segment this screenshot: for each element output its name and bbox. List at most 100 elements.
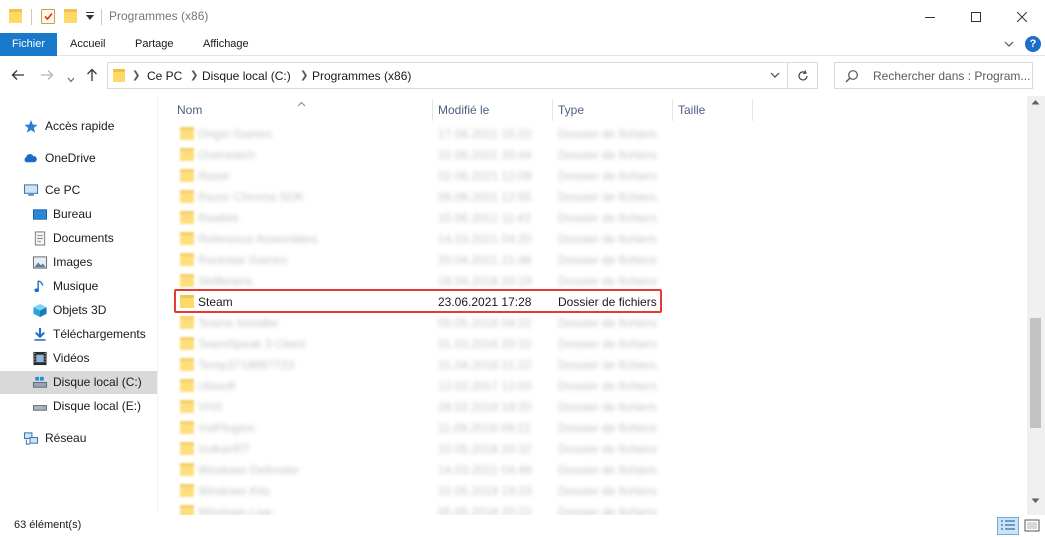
column-header-modified[interactable]: Modifié le bbox=[432, 96, 552, 123]
sidebar-item-label: Vidéos bbox=[53, 351, 90, 365]
sidebar-item-bureau[interactable]: Bureau bbox=[0, 203, 157, 226]
search-placeholder: Rechercher dans : Program... bbox=[873, 69, 1031, 83]
tab-fichier[interactable]: Fichier bbox=[0, 33, 57, 56]
folder-icon bbox=[180, 463, 194, 476]
sidebar-item-disque-c[interactable]: Disque local (C:) bbox=[0, 371, 157, 394]
sidebar-item-telechargements[interactable]: Téléchargements bbox=[0, 323, 157, 346]
details-view-button[interactable] bbox=[997, 517, 1019, 535]
sidebar-item-disque-e[interactable]: Disque local (E:) bbox=[0, 395, 157, 418]
file-row[interactable]: Skillbrains 18.04.2018 20:19 Dossier de fi… bbox=[160, 270, 1026, 291]
cloud-icon bbox=[24, 154, 37, 163]
breadcrumb-separator-icon[interactable]: ❯ bbox=[190, 70, 198, 81]
file-modified: 22.05.2019 19:23 bbox=[438, 484, 532, 498]
file-list: Origin Games 17.06.2021 15:22 Dossier de f… bbox=[160, 123, 1026, 515]
new-folder-icon[interactable] bbox=[64, 9, 77, 23]
folder-icon bbox=[9, 9, 22, 23]
file-type: Dossier de fichiers bbox=[558, 421, 657, 435]
column-header-size[interactable]: Taille bbox=[672, 96, 752, 123]
file-row[interactable]: VulkanRT 10.05.2018 20:32 Dossier de fichi… bbox=[160, 438, 1026, 459]
pane-divider[interactable] bbox=[157, 96, 158, 511]
file-row[interactable]: Realtek 15.06.2012 11:43 Dossier de fichie… bbox=[160, 207, 1026, 228]
file-row[interactable]: Ubisoft 12.02.2017 12:03 Dossier de fichie… bbox=[160, 375, 1026, 396]
file-modified: 11.09.2018 09:22 bbox=[438, 421, 531, 435]
scroll-up-icon[interactable] bbox=[1031, 99, 1040, 105]
file-row[interactable]: Razer 02.06.2021 12:09 Dossier de fichiers bbox=[160, 165, 1026, 186]
sidebar-item-images[interactable]: Images bbox=[0, 251, 157, 274]
file-name: Steam bbox=[198, 295, 233, 309]
file-row[interactable]: Overwatch 22.06.2021 20:44 Dossier de fich… bbox=[160, 144, 1026, 165]
cube-icon bbox=[33, 303, 47, 318]
large-icons-view-button[interactable] bbox=[1022, 517, 1042, 535]
scroll-down-icon[interactable] bbox=[1031, 498, 1040, 504]
close-button[interactable] bbox=[999, 0, 1045, 33]
sidebar-item-documents[interactable]: Documents bbox=[0, 227, 157, 250]
sidebar-item-musique[interactable]: Musique bbox=[0, 275, 157, 298]
breadcrumb-disque-c[interactable]: Disque local (C:) bbox=[202, 69, 291, 83]
refresh-button[interactable] bbox=[788, 62, 818, 89]
file-name: VHX bbox=[198, 400, 223, 414]
file-name: Windows Defender bbox=[198, 463, 300, 477]
file-row[interactable]: Windows Defender 14.03.2021 04:49 Dossier … bbox=[160, 459, 1026, 480]
properties-icon[interactable] bbox=[41, 9, 55, 24]
column-resize-handle[interactable] bbox=[752, 99, 753, 121]
scroll-thumb[interactable] bbox=[1030, 318, 1041, 428]
column-header-name[interactable]: Nom bbox=[171, 96, 432, 123]
breadcrumb-separator-icon[interactable]: ❯ bbox=[300, 70, 308, 81]
up-button[interactable] bbox=[86, 68, 98, 85]
breadcrumb-separator-icon[interactable]: ❯ bbox=[132, 70, 140, 81]
file-type: Dossier de fichiers bbox=[558, 253, 657, 267]
file-type: Dossier de fichiers bbox=[558, 442, 657, 456]
file-type: Dossier de fichiers bbox=[558, 484, 657, 498]
sidebar-item-acces-rapide[interactable]: Accès rapide bbox=[0, 115, 157, 138]
close-icon bbox=[1017, 11, 1027, 22]
sidebar-item-label: Bureau bbox=[53, 207, 92, 221]
customize-quick-access-icon[interactable] bbox=[85, 10, 95, 22]
file-row[interactable]: Razer Chroma SDK 08.06.2021 12:55 Dossier … bbox=[160, 186, 1026, 207]
file-row[interactable]: Rockstar Games 20.04.2021 21:48 Dossier de… bbox=[160, 249, 1026, 270]
sidebar-item-objets-3d[interactable]: Objets 3D bbox=[0, 299, 157, 322]
video-icon bbox=[33, 351, 47, 366]
download-icon bbox=[34, 327, 46, 341]
sidebar-item-ce-pc[interactable]: Ce PC bbox=[0, 179, 157, 202]
file-row-steam[interactable]: Steam 23.06.2021 17:28 Dossier de fichiers bbox=[160, 291, 1026, 312]
sidebar-item-onedrive[interactable]: OneDrive bbox=[0, 147, 157, 170]
maximize-button[interactable] bbox=[953, 0, 999, 33]
tab-accueil[interactable]: Accueil bbox=[60, 33, 115, 56]
chevron-down-icon bbox=[770, 72, 780, 78]
expand-ribbon-icon[interactable] bbox=[1003, 38, 1015, 53]
breadcrumb-programmes[interactable]: Programmes (x86) bbox=[312, 69, 411, 83]
documents-icon bbox=[34, 231, 46, 246]
sidebar-item-reseau[interactable]: Réseau bbox=[0, 427, 157, 450]
file-type: Dossier de fichiers bbox=[558, 463, 657, 477]
file-row[interactable]: Origin Games 17.06.2021 15:22 Dossier de f… bbox=[160, 123, 1026, 144]
sidebar-item-label: Téléchargements bbox=[53, 327, 146, 341]
vertical-scrollbar[interactable] bbox=[1027, 96, 1045, 515]
tab-partage[interactable]: Partage bbox=[125, 33, 184, 56]
file-row[interactable]: Temp3719897723 21.04.2018 21:22 Dossier de… bbox=[160, 354, 1026, 375]
file-type: Dossier de fichiers bbox=[558, 169, 657, 183]
navigation-bar: ❯ Ce PC ❯ Disque local (C:) ❯ Programmes… bbox=[0, 56, 1045, 96]
arrow-left-icon bbox=[11, 70, 24, 80]
file-row[interactable]: Windows Live 05.05.2018 20:22 Dossier de f… bbox=[160, 501, 1026, 515]
file-row[interactable]: VstPlugins 11.09.2018 09:22 Dossier de fic… bbox=[160, 417, 1026, 438]
file-row[interactable]: VHX 28.02.2019 18:20 Dossier de fichiers bbox=[160, 396, 1026, 417]
forward-button[interactable] bbox=[40, 69, 54, 84]
help-icon[interactable]: ? bbox=[1025, 36, 1041, 52]
sidebar-item-videos[interactable]: Vidéos bbox=[0, 347, 157, 370]
recent-locations-button[interactable] bbox=[67, 72, 75, 86]
folder-icon bbox=[180, 484, 194, 497]
tab-affichage[interactable]: Affichage bbox=[193, 33, 259, 56]
column-header-type[interactable]: Type bbox=[552, 96, 672, 123]
file-type: Dossier de fichiers bbox=[558, 148, 657, 162]
computer-icon bbox=[23, 184, 39, 196]
back-button[interactable] bbox=[11, 69, 25, 84]
file-row[interactable]: Reference Assemblies 14.03.2021 04:20 Doss… bbox=[160, 228, 1026, 249]
file-row[interactable]: Teams Installer 05.05.2018 04:22 Dossier d… bbox=[160, 312, 1026, 333]
file-row[interactable]: Windows Kits 22.05.2019 19:23 Dossier de f… bbox=[160, 480, 1026, 501]
address-bar[interactable]: ❯ Ce PC ❯ Disque local (C:) ❯ Programmes… bbox=[107, 62, 788, 89]
search-input[interactable]: Rechercher dans : Program... bbox=[834, 62, 1033, 89]
minimize-button[interactable] bbox=[907, 0, 953, 33]
address-history-button[interactable] bbox=[769, 69, 781, 84]
file-row[interactable]: TeamSpeak 3 Client 01.03.2016 20:32 Dossie… bbox=[160, 333, 1026, 354]
breadcrumb-ce-pc[interactable]: Ce PC bbox=[147, 69, 182, 83]
